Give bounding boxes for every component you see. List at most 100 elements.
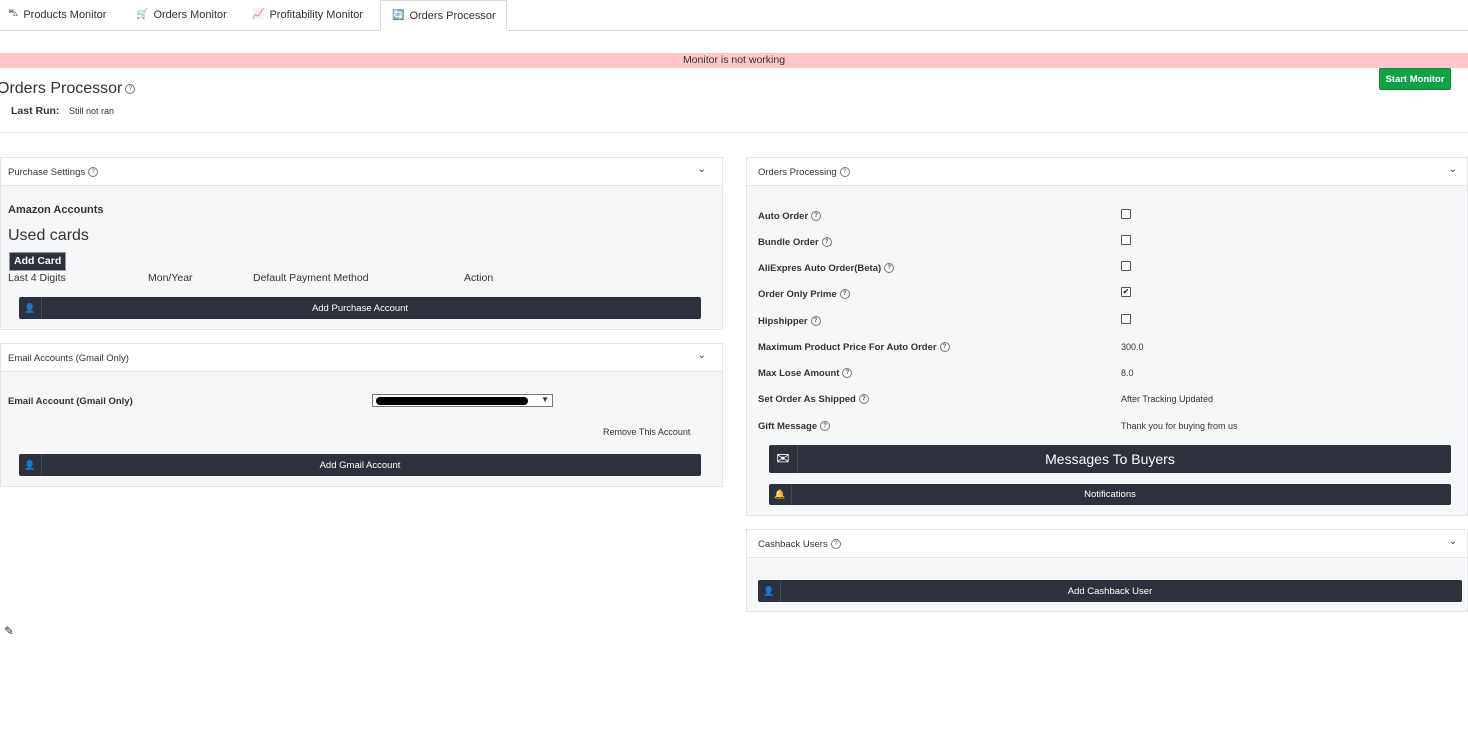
panel-header[interactable]: Purchase Settings? ⌄ [1,158,722,186]
chevron-down-icon[interactable]: ⌄ [1449,164,1457,175]
setting-value: Thank you for buying from us [1121,421,1238,431]
pencil-icon[interactable]: ✎ [4,624,14,638]
setting-checkbox[interactable]: ✔ [1121,287,1131,297]
help-icon[interactable]: ? [939,342,950,353]
chevron-down-icon[interactable]: ⌄ [1449,536,1457,547]
setting-label-text: Hipshipper [758,316,808,327]
email-accounts-panel: Email Accounts (Gmail Only) ⌄ Email Acco… [0,343,723,487]
setting-label: Gift Message? [758,421,831,432]
help-icon[interactable]: ? [810,316,821,327]
add-user-icon: 👤 [19,297,42,319]
setting-label-text: Order Only Prime [758,289,837,300]
help-icon[interactable]: ? [830,539,841,550]
panel-title: Email Accounts (Gmail Only) [8,353,129,364]
setting-label-text: Max Lose Amount [758,368,840,379]
setting-label: Hipshipper? [758,316,821,327]
panel-header[interactable]: Cashback Users? ⌄ [747,530,1467,558]
panel-title: Purchase Settings? [8,167,99,178]
setting-label: Max Lose Amount? [758,368,853,379]
amazon-accounts-heading: Amazon Accounts [8,204,104,216]
last-run-value: Still not ran [69,106,115,116]
email-account-label: Email Account (Gmail Only) [8,396,133,407]
setting-label-text: AliExpres Auto Order(Beta) [758,263,882,274]
setting-label: Maximum Product Price For Auto Order? [758,342,950,353]
last-run-label: Last Run: [11,105,60,117]
add-cashback-user-button[interactable]: 👤 Add Cashback User [758,580,1462,602]
start-monitor-button[interactable]: Start Monitor [1379,68,1451,90]
tab-products-monitor[interactable]: ⛍ Products Monitor [8,0,106,29]
setting-label-text: Set Order As Shipped [758,394,856,405]
chevron-down-icon: ▼ [541,395,549,404]
help-icon[interactable]: ? [125,83,136,94]
messages-to-buyers-button[interactable]: ✉ Messages To Buyers [769,445,1451,473]
notifications-button[interactable]: 🔔 Notifications [769,484,1451,505]
cart-icon: 🛒 [136,9,149,20]
panel-header[interactable]: Email Accounts (Gmail Only) ⌄ [1,344,722,372]
help-icon[interactable]: ? [88,167,99,178]
setting-checkbox[interactable] [1121,314,1131,324]
column-header: Mon/Year [148,272,193,284]
column-header: Action [464,272,494,284]
setting-label-text: Gift Message [758,421,818,432]
chevron-down-icon[interactable]: ⌄ [698,164,706,175]
setting-label-text: Maximum Product Price For Auto Order [758,342,937,353]
purchase-settings-panel: Purchase Settings? ⌄ Amazon Accounts Use… [0,157,723,330]
tab-orders-processor[interactable]: 🔄 Orders Processor [380,0,507,31]
chevron-down-icon[interactable]: ⌄ [698,350,706,361]
cashback-users-panel: Cashback Users? ⌄ 👤 Add Cashback User [746,529,1468,612]
tag-icon: ⛍ [8,8,19,19]
email-account-select[interactable]: ▼ [372,394,553,407]
add-purchase-account-button[interactable]: 👤 Add Purchase Account [19,297,701,319]
divider [0,132,1468,133]
page-title-text: Orders Processor [0,80,123,97]
help-icon[interactable]: ? [858,394,869,405]
help-icon[interactable]: ? [820,421,831,432]
orders-processing-panel: Orders Processing? ⌄ Auto Order? Bundle O… [746,157,1468,516]
button-label: Notifications [1084,489,1136,500]
panel-title: Orders Processing? [758,167,850,178]
panel-title-text: Orders Processing [758,167,837,178]
tab-orders-monitor[interactable]: 🛒 Orders Monitor [136,0,227,29]
used-cards-heading: Used cards [8,227,89,244]
help-icon[interactable]: ? [811,211,822,222]
setting-label: Set Order As Shipped? [758,394,869,405]
column-header: Default Payment Method [253,272,369,284]
redacted-value [376,397,528,405]
add-user-icon: 👤 [758,580,781,602]
add-gmail-account-button[interactable]: 👤 Add Gmail Account [19,454,701,476]
panel-header[interactable]: Orders Processing? ⌄ [747,158,1467,186]
tab-profitability-monitor[interactable]: 📈 Profitability Monitor [252,0,363,29]
setting-checkbox[interactable] [1121,235,1131,245]
button-label: Add Cashback User [1067,585,1153,597]
remove-account-link[interactable]: Remove This Account [603,427,690,437]
help-icon[interactable]: ? [821,237,832,248]
help-icon[interactable]: ? [839,289,850,300]
processor-icon: 🔄 [392,10,405,21]
help-icon[interactable]: ? [884,263,895,274]
tab-label: Profitability Monitor [269,8,363,21]
help-icon[interactable]: ? [842,368,853,379]
setting-value: 300.0 [1121,342,1144,352]
add-user-icon: 👤 [19,454,42,476]
panel-title-text: Purchase Settings [8,167,86,178]
setting-label: Bundle Order? [758,237,832,248]
setting-value: After Tracking Updated [1121,394,1214,404]
setting-checkbox[interactable] [1121,209,1131,219]
envelope-icon: ✉ [769,445,798,473]
chart-icon: 📈 [252,9,265,20]
tab-bar: ⛍ Products Monitor 🛒 Orders Monitor 📈 Pr… [0,0,1468,31]
bell-icon: 🔔 [769,484,792,505]
setting-label: Order Only Prime? [758,289,850,300]
add-card-button[interactable]: Add Card [9,252,67,271]
setting-label: Auto Order? [758,211,822,222]
tab-label: Orders Processor [409,9,496,22]
status-banner: Monitor is not working [0,53,1468,68]
setting-label: AliExpres Auto Order(Beta)? [758,263,895,274]
tab-label: Products Monitor [23,8,107,21]
setting-label-text: Bundle Order [758,237,819,248]
column-header: Last 4 Digits [8,272,66,284]
page-title: Orders Processor? [0,80,136,98]
setting-checkbox[interactable] [1121,261,1131,271]
help-icon[interactable]: ? [839,167,850,178]
button-label: Add Gmail Account [319,459,401,471]
